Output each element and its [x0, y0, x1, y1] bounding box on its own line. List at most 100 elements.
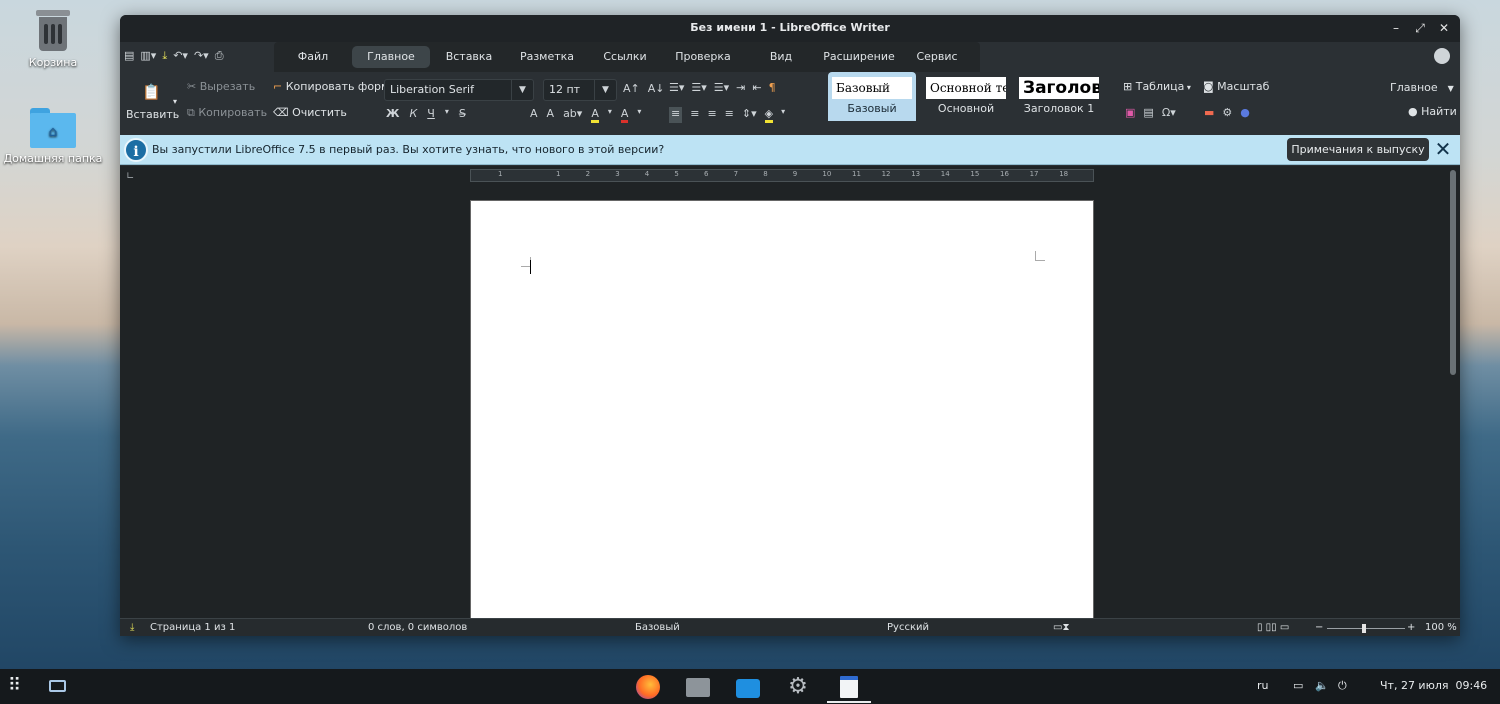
style-heading-1[interactable]: Заголовок 1 Заголовок 1 — [1015, 72, 1103, 121]
chevron-down-icon[interactable]: ▾ — [608, 107, 612, 123]
firefox-icon[interactable] — [636, 675, 660, 699]
track-changes-icon[interactable]: ⚙ — [1222, 106, 1232, 119]
bullet-list-icon[interactable]: ☰▾ — [669, 81, 684, 94]
pilcrow-icon[interactable]: ¶ — [769, 81, 776, 94]
tab-review[interactable]: Проверка — [664, 46, 742, 68]
highlight-icon[interactable]: A — [591, 107, 599, 123]
image-icon[interactable]: ▣ — [1125, 106, 1135, 119]
zoom-level[interactable]: 100 % — [1425, 622, 1457, 633]
tab-view[interactable]: Вид — [742, 46, 820, 68]
page-count[interactable]: Страница 1 из 1 — [150, 622, 235, 633]
options-icon[interactable] — [1434, 48, 1450, 64]
chevron-down-icon[interactable]: ▾ — [445, 107, 449, 120]
outline-list-icon[interactable]: ☰▾ — [714, 81, 729, 94]
clock[interactable]: Чт, 27 июля 09:46 — [1380, 679, 1487, 692]
maximize-button[interactable]: ⤢ — [1412, 20, 1428, 36]
new-document-icon[interactable]: ▥▾ — [140, 49, 156, 63]
release-notes-button[interactable]: Примечания к выпуску — [1287, 138, 1429, 161]
tab-home[interactable]: Главное — [352, 46, 430, 68]
document-area[interactable]: ∟ 1 1 2 3 4 5 6 7 8 9 10 11 12 13 14 15 16 17 18 — [120, 166, 1460, 620]
strikethrough-icon[interactable]: S̶ — [459, 107, 466, 120]
indent-decrease-icon[interactable]: ⇤ — [752, 81, 761, 94]
chevron-down-icon[interactable]: ▼ — [594, 80, 616, 100]
clear-format-button[interactable]: ⌫ Очистить — [273, 106, 347, 119]
titlebar[interactable]: Без имени 1 - LibreOffice Writer – ⤢ ✕ — [120, 15, 1460, 42]
navigator-icon[interactable]: ● — [1240, 106, 1250, 119]
power-icon[interactable]: ⏻ — [1338, 679, 1347, 693]
tab-layout[interactable]: Разметка — [508, 46, 586, 68]
workspaces-icon[interactable] — [46, 675, 70, 699]
chevron-down-icon[interactable]: ▼ — [511, 80, 533, 100]
zoom-slider-knob[interactable] — [1362, 624, 1366, 633]
paste-dropdown-icon[interactable]: ▾ — [173, 97, 177, 106]
vertical-scrollbar[interactable] — [1450, 170, 1456, 375]
style-default[interactable]: Базовый Базовый — [828, 72, 916, 121]
style-body-text[interactable]: Основной текст Основной текст — [922, 72, 1010, 121]
word-count[interactable]: 0 слов, 0 символов — [368, 622, 467, 633]
page-style[interactable]: Базовый — [635, 622, 680, 633]
view-layout-icons[interactable]: ▯ ▯▯ ▭ — [1257, 622, 1289, 633]
desktop-icon-trash[interactable]: Корзина — [0, 10, 108, 69]
document-page[interactable] — [470, 200, 1094, 620]
zoom-button[interactable]: ◙ Масштаб — [1203, 80, 1269, 93]
software-store-icon[interactable] — [736, 675, 760, 699]
indent-increase-icon[interactable]: ⇥ — [736, 81, 745, 94]
keyboard-layout[interactable]: ru — [1257, 679, 1269, 692]
tab-insert[interactable]: Вставка — [430, 46, 508, 68]
page-break-icon[interactable]: ▤ — [1143, 106, 1153, 119]
chevron-down-icon[interactable]: ▾ — [637, 107, 641, 123]
font-size-combo[interactable]: 12 пт ▼ — [543, 79, 617, 101]
app-grid-icon[interactable]: ⠿ — [8, 675, 32, 699]
align-center-icon[interactable]: ≡ — [690, 107, 699, 123]
font-name-combo[interactable]: Liberation Serif ▼ — [384, 79, 534, 101]
chevron-down-icon[interactable]: ▾ — [781, 107, 785, 123]
superscript-icon[interactable]: A — [530, 107, 538, 123]
underline-icon[interactable]: Ч — [427, 107, 435, 120]
files-icon[interactable] — [686, 675, 710, 699]
numbered-list-icon[interactable]: ☰▾ — [691, 81, 706, 94]
copy-button[interactable]: ⧉ Копировать — [187, 106, 267, 120]
minimize-button[interactable]: – — [1388, 20, 1404, 36]
tab-tools[interactable]: Сервис — [898, 46, 976, 68]
settings-icon[interactable]: ⚙ — [786, 675, 810, 699]
align-left-icon[interactable]: ≡ — [669, 107, 683, 123]
shrink-font-icon[interactable]: A↓ — [648, 82, 665, 95]
zoom-in-icon[interactable]: + — [1407, 622, 1415, 633]
print-icon[interactable]: ⎙ — [215, 49, 224, 63]
special-char-icon[interactable]: Ω▾ — [1162, 106, 1176, 119]
find-button[interactable]: ● Найти — [1408, 105, 1457, 118]
table-button[interactable]: ⊞ Таблица ▾ — [1123, 80, 1191, 93]
save-icon[interactable]: ⤓ — [162, 49, 167, 63]
bold-icon[interactable]: Ж — [386, 107, 399, 120]
italic-icon[interactable]: К — [409, 107, 417, 120]
comment-icon[interactable]: ▬ — [1204, 106, 1214, 119]
tab-file[interactable]: Файл — [274, 46, 352, 68]
horizontal-ruler[interactable]: 1 1 2 3 4 5 6 7 8 9 10 11 12 13 14 15 16 17 18 — [470, 169, 1094, 182]
volume-icon[interactable]: 🔈 — [1315, 679, 1329, 692]
spacing-icon[interactable]: ab▾ — [563, 107, 582, 123]
ribbon-mode-select[interactable]: Главное ▼ — [1390, 81, 1454, 94]
zoom-slider[interactable] — [1327, 628, 1405, 629]
paste-icon[interactable]: 📋 — [142, 83, 161, 101]
paste-button[interactable]: Вставить — [126, 108, 179, 121]
align-right-icon[interactable]: ≡ — [707, 107, 716, 123]
menu-icon[interactable]: ▤ — [124, 49, 134, 63]
tab-stop-icon[interactable]: ∟ — [126, 171, 134, 182]
line-spacing-icon[interactable]: ⇕▾ — [742, 107, 757, 123]
justify-icon[interactable]: ≡ — [725, 107, 734, 123]
grow-font-icon[interactable]: A↑ — [623, 82, 640, 95]
desktop-icon-home[interactable]: ⌂ Домашняя папка — [0, 108, 108, 165]
screen-icon[interactable]: ▭ — [1293, 679, 1303, 692]
language[interactable]: Русский — [887, 622, 929, 633]
selection-mode-icon[interactable]: ▭⧗ — [1053, 622, 1069, 633]
font-color-icon[interactable]: A — [620, 107, 629, 123]
cut-button[interactable]: ✂ Вырезать — [187, 80, 255, 93]
redo-icon[interactable]: ↷▾ — [194, 49, 209, 63]
close-button[interactable]: ✕ — [1436, 20, 1452, 36]
close-icon[interactable]: ✕ — [1432, 138, 1454, 161]
paragraph-bg-icon[interactable]: ◈ — [764, 107, 774, 123]
zoom-out-icon[interactable]: − — [1315, 622, 1323, 633]
tab-extension[interactable]: Расширение — [820, 46, 898, 68]
tab-references[interactable]: Ссылки — [586, 46, 664, 68]
subscript-icon[interactable]: A — [547, 107, 555, 123]
